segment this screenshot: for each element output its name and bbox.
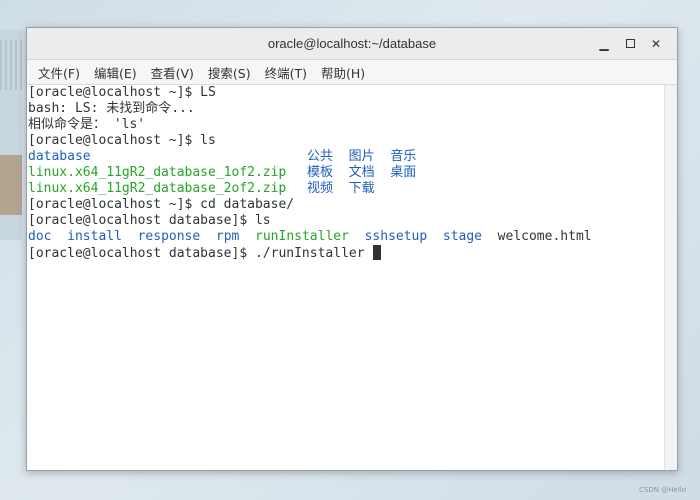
ls-entry-dirs-cn: 模板 文档 桌面 — [307, 165, 417, 180]
ls-entry-file: linux.x64_11gR2_database_2of2.zip — [28, 181, 287, 196]
terminal-line: bash: LS: 未找到命令... — [28, 101, 195, 116]
ls-entry-welcome: welcome.html — [497, 229, 592, 244]
close-icon[interactable]: ✕ — [643, 33, 669, 55]
ls-entry-dirs-cn: 视频 下载 — [307, 181, 375, 196]
ls-entry-runinstaller: runInstaller — [255, 229, 349, 244]
window-title: oracle@localhost:~/database — [267, 36, 437, 51]
ls-entry-dirs-cn: 公共 图片 音乐 — [307, 149, 417, 164]
desktop-texture — [0, 40, 22, 90]
ls-entry-response: response — [137, 229, 201, 244]
ls-row: doc install response rpm runInstaller ss… — [27, 229, 665, 245]
terminal-output[interactable]: [oracle@localhost ~]$ LS bash: LS: 未找到命令… — [27, 85, 665, 470]
ls-entry-rpm: rpm — [215, 229, 240, 244]
minimize-icon[interactable]: ▁ — [591, 33, 617, 55]
menu-view[interactable]: 查看(V) — [144, 63, 201, 82]
ls-row: linux.x64_11gR2_database_2of2.zip 视频 下载 — [27, 181, 665, 197]
menu-search[interactable]: 搜索(S) — [201, 63, 258, 82]
menu-file[interactable]: 文件(F) — [31, 63, 87, 82]
ls-entry-doc: doc — [28, 229, 52, 244]
ls-entry-sshsetup: sshsetup — [364, 229, 428, 244]
ls-entry-install: install — [67, 229, 122, 244]
terminal-command: [oracle@localhost database]$ ./runInstal… — [28, 246, 373, 261]
ls-entry-dir: database — [28, 149, 91, 164]
ls-entry-file: linux.x64_11gR2_database_1of2.zip — [28, 165, 287, 180]
terminal-prompt-line[interactable]: [oracle@localhost database]$ ./runInstal… — [27, 245, 665, 261]
terminal-line: [oracle@localhost ~]$ cd database/ — [28, 197, 295, 212]
scrollbar[interactable] — [664, 85, 677, 470]
title-bar[interactable]: oracle@localhost:~/database ▁ ✕ — [27, 28, 677, 60]
menu-terminal[interactable]: 终端(T) — [258, 63, 314, 82]
terminal-line: 相似命令是： 'ls' — [28, 117, 146, 132]
terminal-line: [oracle@localhost database]$ ls — [28, 213, 271, 228]
menu-bar: 文件(F) 编辑(E) 查看(V) 搜索(S) 终端(T) 帮助(H) — [27, 60, 677, 85]
maximize-icon[interactable] — [617, 33, 643, 55]
window-controls: ▁ ✕ — [591, 28, 669, 59]
terminal-line: [oracle@localhost ~]$ ls — [28, 133, 216, 148]
text-cursor — [373, 245, 382, 260]
ls-row: database 公共 图片 音乐 — [27, 149, 665, 165]
terminal-line: [oracle@localhost ~]$ LS — [28, 85, 216, 100]
ls-entry-stage: stage — [442, 229, 483, 244]
menu-edit[interactable]: 编辑(E) — [87, 63, 144, 82]
watermark: CSDN @Hello — [639, 486, 686, 494]
ls-row: linux.x64_11gR2_database_1of2.zip 模板 文档 桌… — [27, 165, 665, 181]
terminal-window: oracle@localhost:~/database ▁ ✕ 文件(F) 编辑… — [26, 27, 678, 471]
desktop-icon-partial — [0, 155, 22, 215]
menu-help[interactable]: 帮助(H) — [314, 63, 372, 82]
